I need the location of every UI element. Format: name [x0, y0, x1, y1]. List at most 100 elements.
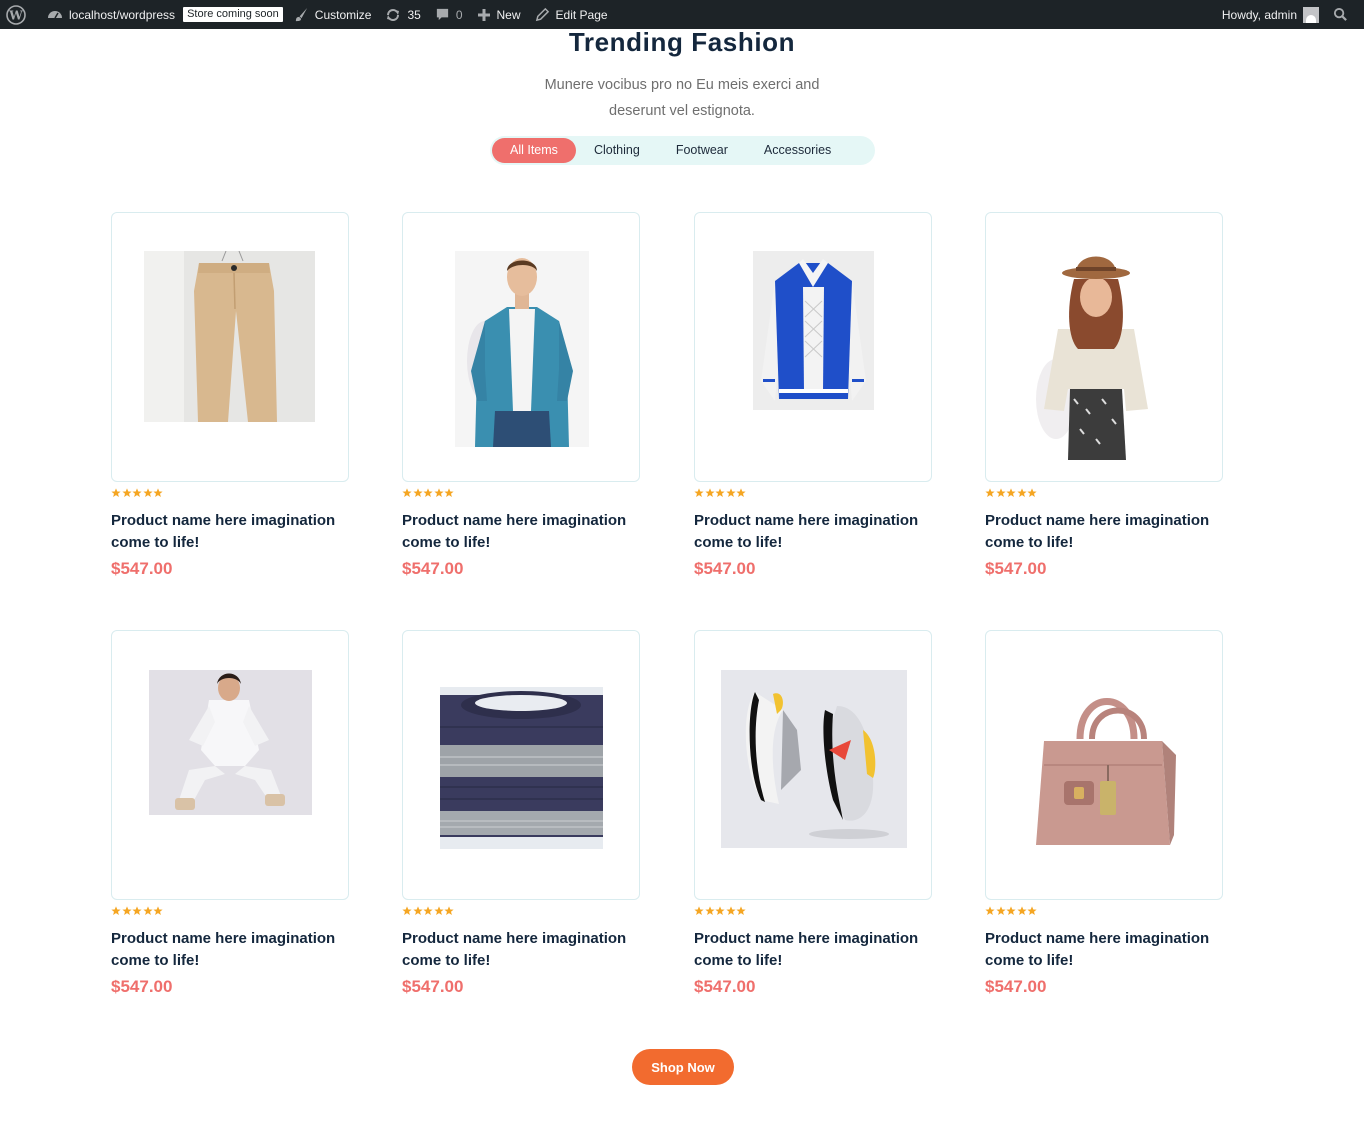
- rating-stars: [694, 488, 932, 499]
- product-name[interactable]: Product name here imagination come to li…: [694, 928, 934, 972]
- tab-footwear[interactable]: Footwear: [658, 138, 746, 163]
- product-price: $547.00: [111, 977, 173, 996]
- shop-now-button[interactable]: Shop Now: [632, 1049, 734, 1085]
- star-icon: [725, 906, 736, 915]
- product-price: $547.00: [402, 977, 464, 996]
- product-name[interactable]: Product name here imagination come to li…: [985, 510, 1225, 554]
- plus-icon: [477, 8, 490, 21]
- star-icon: [1006, 906, 1016, 915]
- tab-accessories[interactable]: Accessories: [746, 138, 849, 163]
- product-name[interactable]: Product name here imagination come to li…: [694, 510, 934, 554]
- product-image-frame[interactable]: [985, 212, 1223, 482]
- product-image-handbag: [1030, 685, 1179, 849]
- product-card[interactable]: Product name here imagination come to li…: [111, 212, 349, 579]
- product-image-frame[interactable]: [985, 630, 1223, 900]
- star-icon: [142, 488, 153, 497]
- comment-icon: [436, 8, 448, 21]
- star-icon: [423, 488, 433, 497]
- product-card[interactable]: Product name here imagination come to li…: [694, 630, 932, 997]
- star-icon: [132, 906, 142, 915]
- wordpress-logo-icon[interactable]: W: [0, 0, 40, 29]
- star-icon: [1006, 488, 1016, 497]
- admin-bar: W localhost/wordpress Store coming soon …: [0, 0, 1364, 29]
- product-image-trousers: [144, 251, 315, 422]
- product-price: $547.00: [694, 977, 756, 996]
- star-icon: [694, 488, 704, 497]
- account-menu[interactable]: Howdy, admin: [1215, 0, 1326, 29]
- product-card[interactable]: Product name here imagination come to li…: [402, 630, 640, 997]
- product-price: $547.00: [985, 977, 1047, 996]
- product-name[interactable]: Product name here imagination come to li…: [402, 928, 642, 972]
- star-icon: [121, 906, 132, 915]
- star-icon: [1027, 488, 1037, 497]
- star-icon: [444, 906, 454, 915]
- product-card[interactable]: Product name here imagination come to li…: [985, 212, 1223, 579]
- product-image-frame[interactable]: [402, 212, 640, 482]
- edit-page-link[interactable]: Edit Page: [528, 0, 615, 29]
- product-image-sweater: [440, 687, 603, 849]
- star-icon: [153, 488, 163, 497]
- rating-stars: [111, 488, 349, 499]
- updates-count: 35: [407, 7, 421, 22]
- product-name[interactable]: Product name here imagination come to li…: [111, 928, 351, 972]
- star-icon: [402, 488, 412, 497]
- product-name[interactable]: Product name here imagination come to li…: [111, 510, 351, 554]
- star-icon: [736, 488, 746, 497]
- star-icon: [1027, 906, 1037, 915]
- product-image-varsity-jacket: [753, 251, 874, 410]
- star-icon: [153, 906, 163, 915]
- product-price: $547.00: [694, 559, 756, 578]
- star-icon: [694, 906, 704, 915]
- star-icon: [985, 906, 995, 915]
- search-icon: [1333, 7, 1347, 21]
- product-image-frame[interactable]: [402, 630, 640, 900]
- admin-search-button[interactable]: [1326, 0, 1364, 29]
- product-card[interactable]: Product name here imagination come to li…: [694, 212, 932, 579]
- star-icon: [444, 488, 454, 497]
- star-icon: [402, 906, 412, 915]
- star-icon: [715, 488, 725, 497]
- howdy-label: Howdy, admin: [1221, 7, 1297, 22]
- star-icon: [736, 906, 746, 915]
- star-icon: [132, 488, 142, 497]
- tab-all-items[interactable]: All Items: [492, 138, 576, 163]
- customize-label: Customize: [314, 7, 372, 22]
- product-image-woman-hat: [1026, 249, 1166, 460]
- comments-link[interactable]: 0: [428, 0, 470, 29]
- updates-link[interactable]: 35: [378, 0, 427, 29]
- site-name: localhost/wordpress: [69, 7, 176, 22]
- rating-stars: [402, 488, 640, 499]
- new-content-link[interactable]: New: [470, 0, 528, 29]
- product-name[interactable]: Product name here imagination come to li…: [985, 928, 1225, 972]
- product-image-frame[interactable]: [694, 212, 932, 482]
- store-status-badge[interactable]: Store coming soon: [183, 7, 283, 22]
- product-price: $547.00: [111, 559, 173, 578]
- dashboard-icon: [48, 10, 62, 18]
- product-card[interactable]: Product name here imagination come to li…: [402, 212, 640, 579]
- tab-clothing[interactable]: Clothing: [576, 138, 658, 163]
- star-icon: [1016, 488, 1027, 497]
- product-image-frame[interactable]: [694, 630, 932, 900]
- brush-icon: [295, 7, 307, 22]
- star-icon: [111, 488, 121, 497]
- site-name-link[interactable]: localhost/wordpress: [40, 0, 182, 29]
- product-card[interactable]: Product name here imagination come to li…: [111, 630, 349, 997]
- avatar: [1303, 6, 1319, 23]
- product-image-frame[interactable]: [111, 630, 349, 900]
- updates-icon: [387, 8, 400, 21]
- customize-link[interactable]: Customize: [287, 0, 379, 29]
- star-icon: [433, 906, 444, 915]
- product-image-tracksuit: [149, 670, 312, 815]
- star-icon: [111, 906, 121, 915]
- category-filter-tabs: All Items Clothing Footwear Accessories: [490, 136, 875, 165]
- product-image-denim-shirt: [455, 251, 589, 447]
- star-icon: [142, 906, 153, 915]
- edit-page-label: Edit Page: [555, 7, 608, 22]
- new-label: New: [496, 7, 521, 22]
- product-name[interactable]: Product name here imagination come to li…: [402, 510, 642, 554]
- rating-stars: [985, 906, 1223, 917]
- section-title: Trending Fashion: [568, 27, 796, 57]
- product-image-frame[interactable]: [111, 212, 349, 482]
- star-icon: [985, 488, 995, 497]
- product-card[interactable]: Product name here imagination come to li…: [985, 630, 1223, 997]
